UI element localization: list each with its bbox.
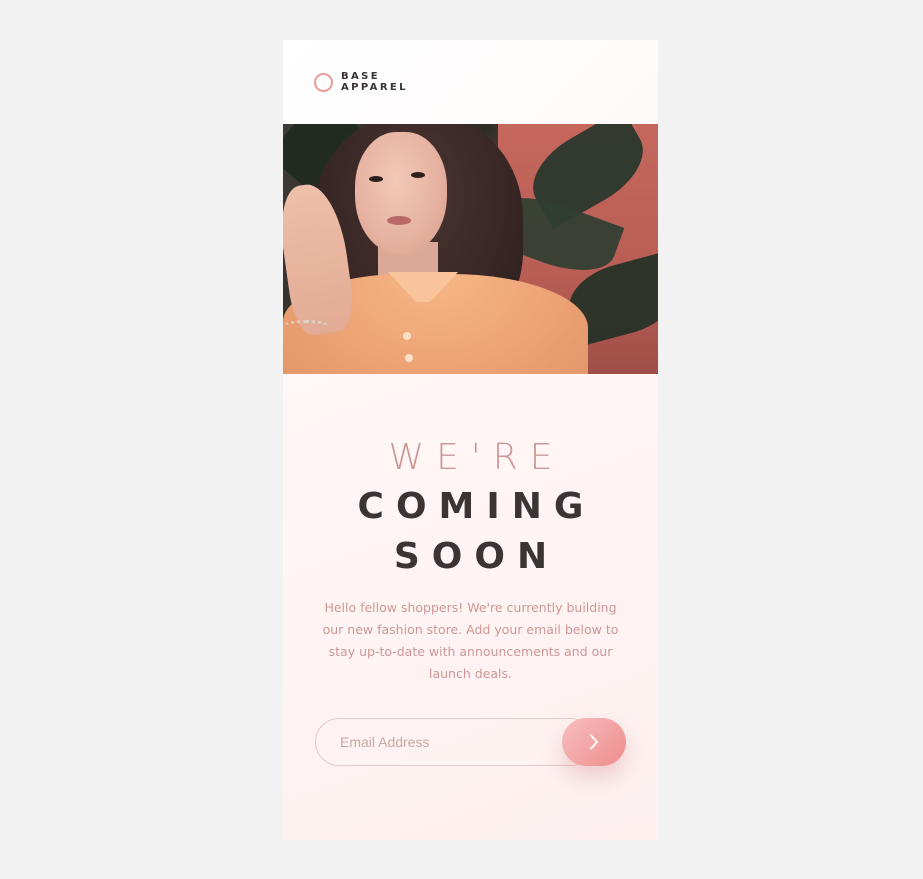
hero-image	[283, 124, 658, 374]
headline-bold-line-1: COMING	[357, 486, 596, 527]
logo-wordmark: BASE APPAREL	[341, 71, 408, 93]
headline-light: WE'RE	[388, 437, 565, 478]
chevron-right-icon	[590, 734, 598, 750]
email-field[interactable]	[315, 718, 595, 766]
header: BASE APPAREL	[283, 40, 658, 124]
logo-line-1: BASE	[341, 71, 380, 82]
email-signup-form	[315, 718, 626, 766]
logo-ring-icon	[314, 72, 333, 92]
submit-button[interactable]	[562, 718, 626, 766]
page-headline: WE'RE COMING SOON	[283, 434, 658, 582]
headline-bold-line-2: SOON	[393, 536, 560, 577]
intro-description: Hello fellow shoppers! We're currently b…	[322, 600, 619, 681]
brand-logo[interactable]: BASE APPAREL	[314, 71, 408, 93]
landing-page: BASE APPAREL WE'RE COMING SOON Hello fel…	[283, 40, 658, 840]
logo-line-2: APPAREL	[341, 82, 408, 93]
